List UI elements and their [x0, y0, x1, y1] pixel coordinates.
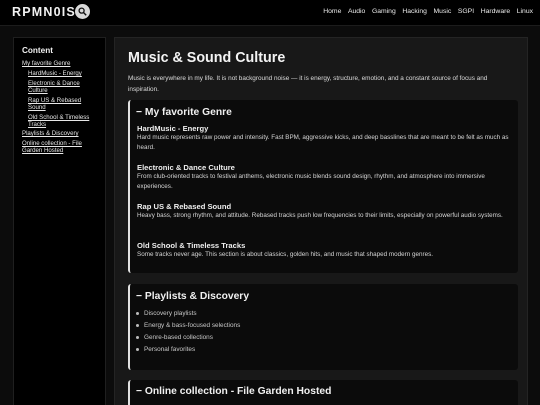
playlist-item: Discovery playlists [136, 310, 197, 317]
genre-title-rap: Rap US & Rebased Sound [137, 202, 232, 211]
genre-text-rap: Heavy bass, strong rhythm, and attitude.… [137, 212, 503, 219]
toc-title: Content [22, 46, 53, 55]
toc-link-online-collection[interactable]: Online collection - File Garden Hosted [22, 140, 96, 154]
search-button[interactable] [75, 4, 90, 19]
toc-link-playlists[interactable]: Playlists & Discovery [22, 130, 104, 137]
playlist-item: Personal favorites [135, 346, 196, 353]
playlists-section: − Playlists & Discovery Discovery playli… [128, 284, 518, 370]
online-collection-section: − Online collection - File Garden Hosted [128, 380, 518, 405]
toc-sidebar: Content My favorite Genre HardMusic - En… [13, 37, 106, 405]
intro-text: Music is everywhere in my life. It is no… [128, 75, 488, 94]
playlists-section-heading[interactable]: − Playlists & Discovery [136, 291, 249, 302]
top-header: RPMN0ISE Home Audio Gaming Hacking Music… [0, 0, 540, 26]
toc-link-rap-us[interactable]: Rap US & Rebased Sound [28, 97, 92, 111]
genre-text-electronic: From club-oriented tracks to festival an… [137, 173, 485, 191]
playlist-item: Energy & bass-focused selections [135, 322, 241, 329]
nav-audio[interactable]: Audio [348, 8, 365, 15]
search-icon [78, 7, 87, 16]
main-nav: Home Audio Gaming Hacking Music SGPI Har… [323, 8, 533, 15]
main-content: Music & Sound Culture Music is everywher… [114, 37, 528, 405]
page-title: Music & Sound Culture [128, 50, 286, 66]
nav-sgpi[interactable]: SGPI [458, 8, 474, 15]
nav-music[interactable]: Music [434, 8, 452, 15]
toc-link-electronic-dance[interactable]: Electronic & Dance Culture [28, 80, 88, 94]
genre-title-hardmusic: HardMusic - Energy [137, 124, 209, 133]
toc-link-my-favorite-genre[interactable]: My favorite Genre [22, 60, 104, 67]
online-collection-heading[interactable]: − Online collection - File Garden Hosted [136, 386, 331, 397]
playlist-item: Genre-based collections [136, 334, 213, 341]
nav-home[interactable]: Home [323, 8, 341, 15]
toc-link-hardmusic[interactable]: HardMusic - Energy [28, 70, 102, 77]
nav-hacking[interactable]: Hacking [402, 8, 427, 15]
genre-section: − My favorite Genre HardMusic - Energy H… [128, 100, 518, 273]
genre-title-electronic: Electronic & Dance Culture [137, 163, 235, 172]
genre-title-old-school: Old School & Timeless Tracks [137, 241, 246, 250]
genre-section-heading[interactable]: − My favorite Genre [136, 107, 232, 118]
nav-linux[interactable]: Linux [517, 8, 533, 15]
toc-link-old-school[interactable]: Old School & Timeless Tracks [28, 114, 94, 128]
genre-text-hardmusic: Hard music represents raw power and inte… [137, 134, 509, 152]
nav-hardware[interactable]: Hardware [481, 8, 510, 15]
nav-gaming[interactable]: Gaming [372, 8, 396, 15]
genre-text-old-school: Some tracks never age. This section is a… [137, 251, 433, 258]
